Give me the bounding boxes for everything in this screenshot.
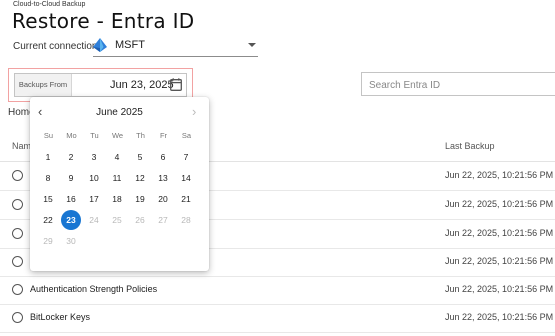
- calendar-day: 24: [89, 215, 99, 225]
- dropdown-caret-icon: [248, 43, 256, 47]
- weekday-label: Th: [136, 131, 145, 140]
- row-radio[interactable]: [12, 256, 23, 267]
- calendar-day[interactable]: 3: [83, 148, 105, 166]
- chevron-right-icon: ›: [192, 104, 197, 119]
- calendar-day[interactable]: 6: [152, 148, 174, 166]
- calendar-day: 25: [112, 215, 122, 225]
- weekday-label: We: [111, 131, 124, 140]
- app-eyebrow: Cloud-to-Cloud Backup: [13, 1, 86, 8]
- row-last-backup: Jun 22, 2025, 10:21:56 PM: [445, 170, 554, 180]
- row-radio[interactable]: [12, 284, 23, 295]
- calendar-day[interactable]: 11: [106, 169, 128, 187]
- calendar-day[interactable]: 22: [37, 211, 59, 229]
- row-last-backup: Jun 22, 2025, 10:21:56 PM: [445, 199, 554, 209]
- calendar-day[interactable]: 10: [83, 169, 105, 187]
- row-name: Authentication Strength Policies: [30, 284, 158, 294]
- calendar-icon[interactable]: [170, 78, 182, 91]
- calendar-day[interactable]: 17: [83, 190, 105, 208]
- weekday-label: Su: [43, 131, 54, 140]
- backups-from-value: Jun 23, 2025: [110, 79, 174, 91]
- calendar-day[interactable]: 8: [37, 169, 59, 187]
- calendar-day: 29: [43, 236, 53, 246]
- calendar-day[interactable]: 18: [106, 190, 128, 208]
- backups-from-date-field[interactable]: Backups From Jun 23, 2025: [14, 73, 187, 97]
- azure-ad-icon: [93, 38, 107, 52]
- row-last-backup: Jun 22, 2025, 10:21:56 PM: [445, 228, 554, 238]
- table-row[interactable]: Authentication Strength Policies Jun 22,…: [0, 276, 555, 305]
- row-radio[interactable]: [12, 170, 23, 181]
- weekday-label: Fr: [159, 131, 168, 140]
- connection-label: Current connection:: [13, 41, 101, 52]
- calendar-day[interactable]: 9: [60, 169, 82, 187]
- table-row[interactable]: BitLocker Keys Jun 22, 2025, 10:21:56 PM: [0, 304, 555, 333]
- calendar-day[interactable]: 7: [175, 148, 197, 166]
- calendar-day[interactable]: 16: [60, 190, 82, 208]
- weekday-label: Tu: [90, 131, 99, 140]
- backups-from-label: Backups From: [15, 74, 72, 96]
- row-radio[interactable]: [12, 312, 23, 323]
- date-picker-popover: ‹ June 2025 › Su Mo Tu We Th Fr Sa 1 2 3 4 5 6 7 8 9 10 1…: [30, 97, 209, 271]
- calendar-day[interactable]: 2: [60, 148, 82, 166]
- calendar-day: 28: [181, 215, 191, 225]
- row-name: BitLocker Keys: [30, 312, 91, 322]
- row-last-backup: Jun 22, 2025, 10:21:56 PM: [445, 312, 554, 322]
- calendar-month-label: June 2025: [96, 107, 143, 118]
- calendar-day[interactable]: 15: [37, 190, 59, 208]
- connection-value: MSFT: [115, 39, 145, 51]
- calendar-day[interactable]: 12: [129, 169, 151, 187]
- calendar-day: 27: [158, 215, 168, 225]
- row-last-backup: Jun 22, 2025, 10:21:56 PM: [445, 256, 554, 266]
- calendar-day[interactable]: 20: [152, 190, 174, 208]
- calendar-day-selected[interactable]: 23: [61, 210, 81, 230]
- calendar-day[interactable]: 13: [152, 169, 174, 187]
- page-title: Restore - Entra ID: [12, 9, 195, 33]
- calendar-day[interactable]: 4: [106, 148, 128, 166]
- row-radio[interactable]: [12, 228, 23, 239]
- weekday-label: Mo: [66, 131, 77, 140]
- calendar-day[interactable]: 19: [129, 190, 151, 208]
- calendar-day[interactable]: 5: [129, 148, 151, 166]
- connection-select[interactable]: MSFT: [93, 34, 258, 57]
- weekday-label: Sa: [181, 131, 192, 140]
- calendar-day[interactable]: 21: [175, 190, 197, 208]
- calendar-day[interactable]: 1: [37, 148, 59, 166]
- row-last-backup: Jun 22, 2025, 10:21:56 PM: [445, 284, 554, 294]
- row-radio[interactable]: [12, 199, 23, 210]
- search-input[interactable]: [367, 74, 551, 96]
- calendar-day[interactable]: 14: [175, 169, 197, 187]
- column-header-last-backup[interactable]: Last Backup: [445, 141, 495, 151]
- calendar-day: 30: [66, 236, 76, 246]
- search-entra-id-field[interactable]: [361, 72, 555, 96]
- calendar-day: 26: [135, 215, 145, 225]
